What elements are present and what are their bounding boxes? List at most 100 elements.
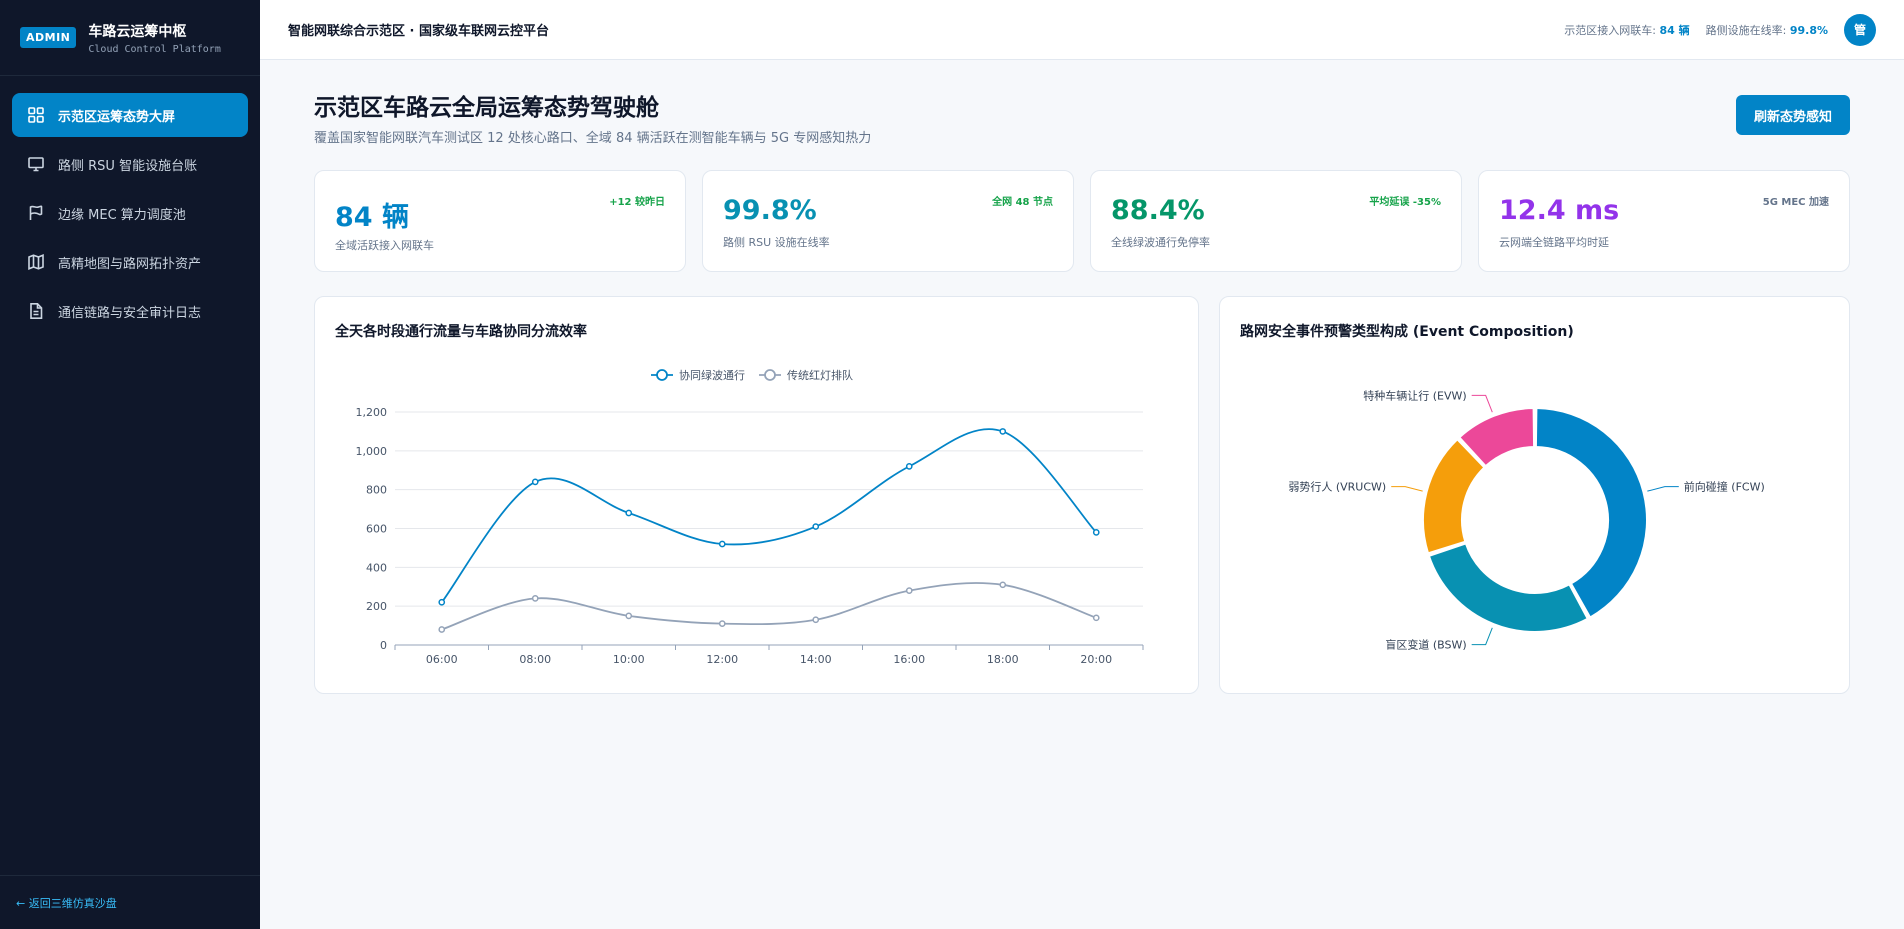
page-subtitle: 覆盖国家智能网联汽车测试区 12 处核心路口、全域 84 辆活跃在测智能车辆与 …	[314, 131, 872, 146]
y-tick-label: 1,200	[356, 406, 388, 419]
sidebar-item-dashboard[interactable]: 示范区运筹态势大屏	[12, 93, 248, 137]
kpi-label: 全线绿波通行免停率	[1111, 236, 1210, 249]
traffic-flow-chart-card: 0 200 400 600 800 1,000 1,200 06:00 08:00 10:00 12…	[314, 296, 1199, 694]
kpi-label: 全域活跃接入网联车	[335, 239, 434, 252]
data-point[interactable]	[531, 478, 539, 486]
legend-label[interactable]: 传统红灯排队	[787, 368, 853, 382]
sidebar-item-label: 高精地图与路网拓扑资产	[58, 256, 202, 272]
online-rate-stat: 路侧设施在线率: 99.8%	[1706, 22, 1828, 38]
online-rate-label: 路侧设施在线率:	[1705, 23, 1787, 37]
x-tick-label: 12:00	[706, 653, 738, 666]
sidebar-item-label: 示范区运筹态势大屏	[58, 109, 176, 125]
sidebar-item-hdmap[interactable]: 高精地图与路网拓扑资产	[12, 240, 248, 284]
sidebar-item-rsu[interactable]: 路侧 RSU 智能设施台账	[12, 142, 248, 186]
kpi-tag: 平均延误 -35%	[1369, 197, 1441, 208]
vehicle-count-label: 示范区接入网联车:	[1564, 23, 1656, 37]
grid-icon	[27, 106, 45, 124]
brand: ADMIN 车路云运筹中枢 Cloud Control Platform	[0, 0, 260, 76]
x-tick-label: 10:00	[613, 653, 645, 666]
x-tick-label: 18:00	[987, 653, 1019, 666]
pie-slice[interactable]	[1427, 542, 1590, 633]
kpi-label: 路侧 RSU 设施在线率	[723, 236, 830, 249]
y-tick-label: 400	[366, 561, 387, 574]
sidebar-item-mec[interactable]: 边缘 MEC 算力调度池	[12, 191, 248, 235]
data-point[interactable]	[438, 598, 446, 606]
data-point[interactable]	[531, 595, 539, 602]
kpi-value: 84 辆	[335, 202, 409, 233]
online-rate-value: 99.8%	[1789, 23, 1828, 37]
legend-label[interactable]: 协同绿波通行	[679, 368, 745, 382]
legend-marker	[764, 369, 776, 381]
x-tick-label: 08:00	[519, 653, 551, 666]
traffic-flow-chart: 0 200 400 600 800 1,000 1,200 06:00 08:00 10:00 12…	[356, 368, 1144, 666]
data-point[interactable]	[625, 509, 633, 517]
x-tick-label: 06:00	[426, 653, 458, 666]
kpi-tag: +12 较昨日	[609, 197, 665, 208]
series-line	[441, 428, 1097, 603]
pie-slice[interactable]	[1422, 437, 1486, 555]
data-point[interactable]	[718, 540, 726, 548]
y-tick-label: 800	[366, 484, 387, 497]
data-point[interactable]	[905, 587, 913, 594]
kpi-value: 99.8%	[723, 195, 817, 226]
data-point[interactable]	[812, 616, 820, 624]
brand-subtitle: Cloud Control Platform	[88, 43, 221, 55]
data-point[interactable]	[1092, 614, 1100, 622]
page-title: 示范区车路云全局运筹态势驾驶舱	[314, 95, 659, 121]
label-leader	[1647, 486, 1679, 492]
data-point[interactable]	[905, 463, 913, 470]
brand-title: 车路云运筹中枢	[88, 23, 187, 40]
data-point[interactable]	[438, 626, 446, 633]
x-tick-label: 14:00	[800, 653, 832, 666]
kpi-card-rsu: 99.8% 路侧 RSU 设施在线率 全网 48 节点	[702, 170, 1074, 272]
monitor-icon	[27, 155, 45, 173]
y-tick-label: 200	[366, 600, 387, 613]
legend-marker	[656, 369, 668, 381]
kpi-card-latency: 12.4 ms 云网端全链路平均时延 5G MEC 加速	[1478, 170, 1850, 272]
kpi-value: 12.4 ms	[1499, 195, 1620, 226]
back-to-sandbox-link[interactable]: ← 返回三维仿真沙盘	[0, 875, 260, 929]
admin-badge: ADMIN	[20, 27, 77, 48]
label-leader	[1391, 486, 1423, 492]
pie-slice[interactable]	[1534, 406, 1648, 619]
event-composition-chart-card: 前向碰撞 (FCW) 盲区变道 (BSW) 弱势行人 (VRUCW) 特种车辆让行 (…	[1219, 296, 1850, 694]
y-tick-label: 0	[380, 639, 387, 652]
data-point[interactable]	[999, 581, 1007, 589]
kpi-card-vehicles: 84 辆 全域活跃接入网联车 +12 较昨日	[314, 170, 686, 272]
pie-chart-title: 路网安全事件预警类型构成 (Event Composition)	[1240, 324, 1574, 340]
kpi-card-greenwave: 88.4% 全线绿波通行免停率 平均延误 -35%	[1090, 170, 1462, 272]
kpi-value: 88.4%	[1111, 195, 1205, 226]
document-icon	[27, 302, 45, 320]
flag-icon	[27, 204, 45, 222]
main-content: 示范区车路云全局运筹态势驾驶舱 覆盖国家智能网联汽车测试区 12 处核心路口、全…	[314, 60, 1850, 694]
sidebar: ADMIN 车路云运筹中枢 Cloud Control Platform 示范区…	[0, 0, 260, 929]
data-point[interactable]	[718, 620, 726, 627]
x-tick-label: 16:00	[893, 653, 925, 666]
data-point[interactable]	[999, 428, 1007, 435]
map-icon	[27, 253, 45, 271]
data-point[interactable]	[1092, 529, 1100, 536]
kpi-tag: 全网 48 节点	[992, 197, 1053, 208]
topbar: 智能网联综合示范区 · 国家级车联网云控平台 示范区接入网联车: 84 辆 路侧…	[260, 0, 1904, 60]
kpi-label: 云网端全链路平均时延	[1499, 236, 1609, 249]
vehicle-count-value: 84 辆	[1659, 23, 1690, 37]
y-tick-label: 1,000	[356, 445, 388, 458]
refresh-button[interactable]: 刷新态势感知	[1735, 95, 1850, 135]
slice-label: 特种车辆让行 (EVW)	[1363, 388, 1466, 402]
sidebar-nav: 示范区运筹态势大屏 路侧 RSU 智能设施台账 边缘 MEC 算力调度池 高精地…	[0, 76, 260, 355]
vehicle-count-stat: 示范区接入网联车: 84 辆	[1564, 22, 1689, 38]
data-point[interactable]	[625, 612, 633, 620]
label-leader	[1471, 627, 1493, 646]
sidebar-item-audit[interactable]: 通信链路与安全审计日志	[12, 289, 248, 333]
avatar[interactable]: 管	[1844, 13, 1876, 46]
line-chart-title: 全天各时段通行流量与车路协同分流效率	[335, 324, 587, 340]
data-point[interactable]	[812, 523, 820, 530]
slice-label: 前向碰撞 (FCW)	[1684, 480, 1765, 494]
event-composition-chart: 前向碰撞 (FCW) 盲区变道 (BSW) 弱势行人 (VRUCW) 特种车辆让行 (…	[1288, 388, 1765, 652]
slice-label: 弱势行人 (VRUCW)	[1288, 481, 1386, 494]
sidebar-item-label: 通信链路与安全审计日志	[58, 305, 202, 321]
slice-label: 盲区变道 (BSW)	[1385, 638, 1466, 652]
x-tick-label: 20:00	[1080, 653, 1112, 666]
kpi-tag: 5G MEC 加速	[1762, 197, 1829, 208]
y-tick-label: 600	[366, 523, 387, 536]
